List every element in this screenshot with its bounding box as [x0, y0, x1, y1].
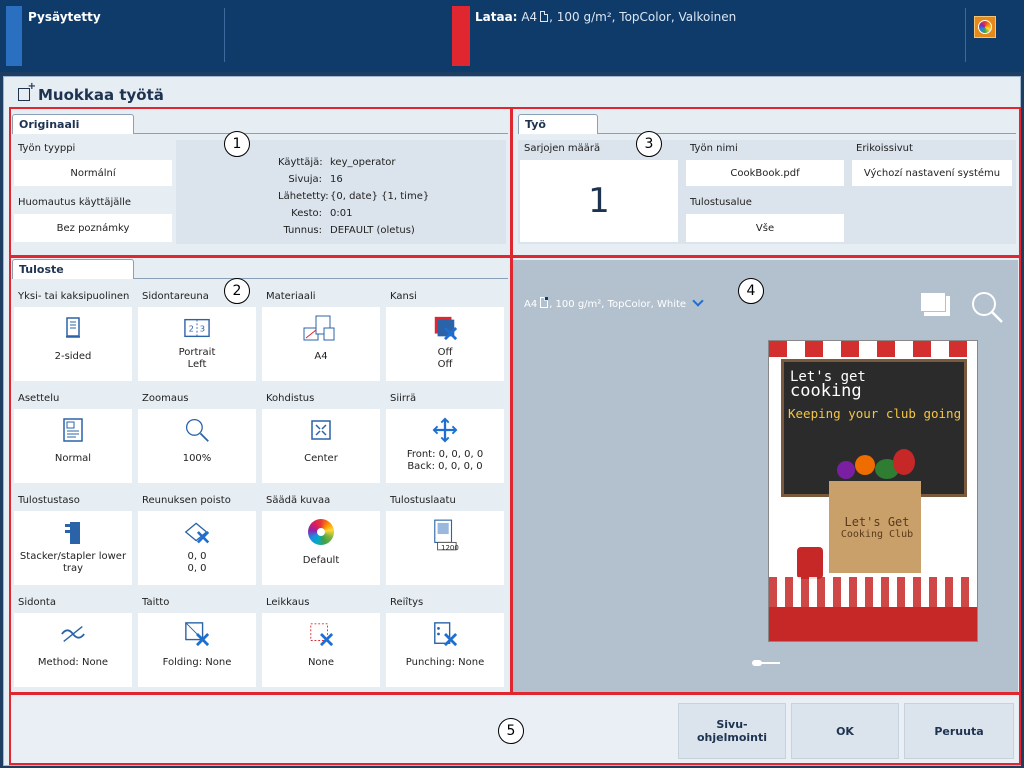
annotation-box-3: [511, 107, 1021, 257]
paper-icon: [540, 11, 549, 22]
color-management-icon[interactable]: [974, 16, 996, 38]
load-media-message[interactable]: Lataa: A4 , 100 g/m², TopColor, Valkoinen: [475, 10, 736, 24]
annotation-box-1: [9, 107, 512, 257]
annotation-number: 2: [224, 278, 250, 304]
annotation-number: 1: [224, 131, 250, 157]
printer-status[interactable]: Pysäytetty: [28, 10, 101, 24]
divider: [224, 8, 225, 62]
annotation-number: 4: [738, 278, 764, 304]
status-accent: [6, 6, 22, 66]
dialog-title: Muokkaa työtä: [18, 81, 164, 104]
annotation-box-2: [9, 256, 512, 694]
load-details: , 100 g/m², TopColor, Valkoinen: [549, 10, 737, 24]
annotation-number: 3: [636, 131, 662, 157]
annotation-number: 5: [498, 718, 524, 744]
alert-accent: [452, 6, 470, 66]
annotation-box-4: [511, 256, 1021, 694]
load-label: Lataa:: [475, 10, 518, 24]
load-size: A4: [521, 10, 538, 24]
status-bar: Pysäytetty Lataa: A4 , 100 g/m², TopColor…: [0, 0, 1024, 72]
edit-job-icon: [18, 81, 36, 101]
divider: [965, 8, 966, 62]
